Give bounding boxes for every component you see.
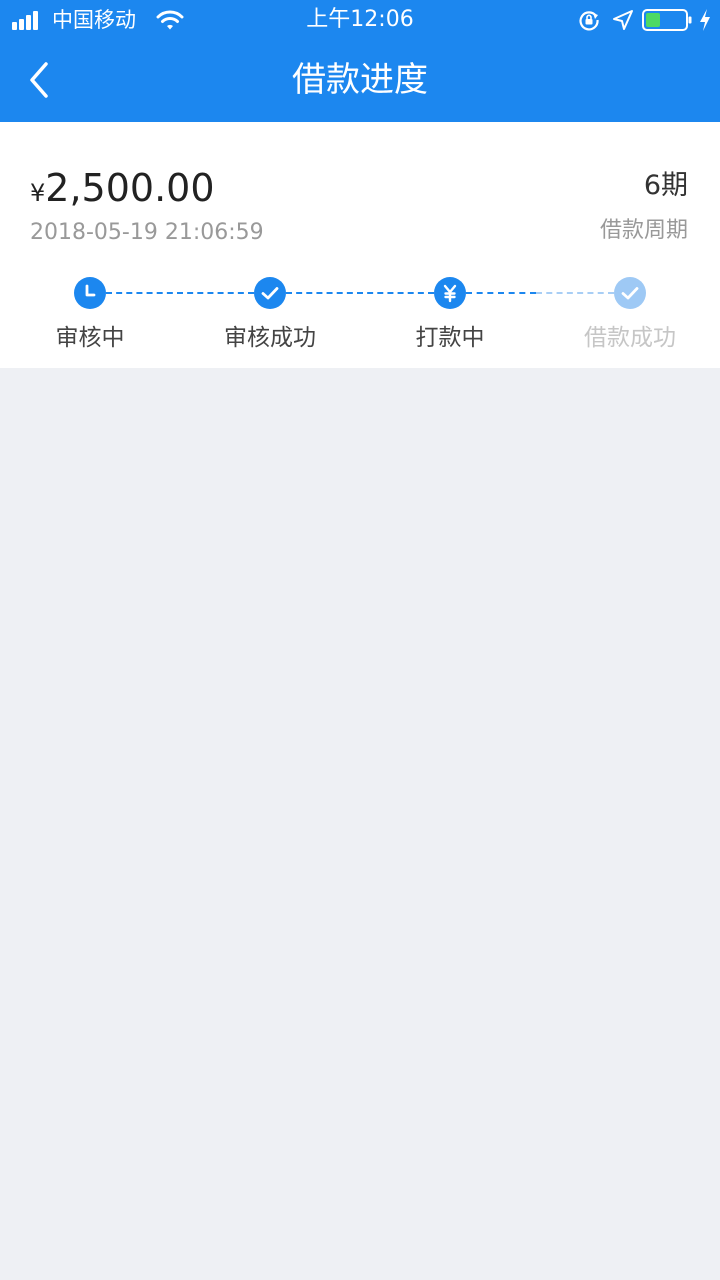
page-title: 借款进度: [292, 60, 428, 100]
progress-connector: [536, 292, 614, 294]
amount-value: 2,500.00: [45, 166, 215, 210]
step-label-reviewing: 审核中: [55, 325, 125, 351]
check-icon: [614, 277, 646, 309]
loan-summary-card: ¥2,500.00 2018-05-19 21:06:59 6期 借款周期 审核…: [0, 122, 720, 368]
rotation-lock-icon: [579, 11, 599, 31]
loan-amount: ¥2,500.00: [30, 162, 215, 214]
check-icon: [254, 277, 286, 309]
currency-symbol: ¥: [30, 179, 46, 207]
battery-icon: [642, 9, 692, 31]
location-icon: [613, 10, 633, 30]
clock-icon: [74, 277, 106, 309]
progress-steps: 审核中 审核成功 打款中 借款成功: [0, 272, 720, 362]
step-label-approved: 审核成功: [224, 325, 316, 351]
loan-period-label: 借款周期: [599, 218, 688, 243]
step-label-disbursing: 打款中: [415, 325, 485, 351]
step-label-loan-success: 借款成功: [584, 325, 676, 351]
loan-datetime: 2018-05-19 21:06:59: [30, 220, 264, 245]
yen-icon: [434, 277, 466, 309]
status-bar: 中国移动 上午12:06: [0, 0, 720, 40]
progress-connector: [286, 292, 434, 294]
progress-connector: [466, 292, 536, 294]
charging-icon: [700, 9, 710, 31]
loan-period-value: 6期: [643, 170, 688, 201]
header-bar: 中国移动 上午12:06 借款进度: [0, 0, 720, 122]
progress-connector: [106, 292, 254, 294]
